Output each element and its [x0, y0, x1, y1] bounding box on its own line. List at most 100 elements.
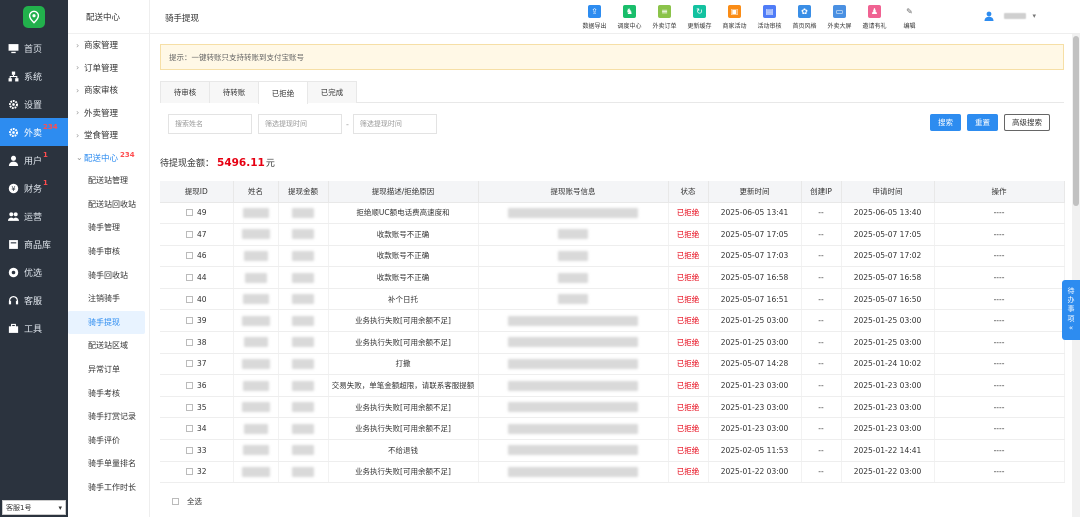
user-menu[interactable]: ▾ — [984, 11, 1036, 21]
store-select[interactable]: 客服1号 ▾ — [2, 500, 66, 515]
row-checkbox[interactable] — [186, 209, 193, 217]
subnav-item-3[interactable]: 骑手审核 — [68, 240, 149, 264]
reset-button[interactable]: 重置 — [967, 114, 998, 131]
row-checkbox[interactable] — [186, 230, 193, 238]
tool-button-1[interactable]: ♞ 调度中心 — [612, 5, 647, 30]
sidebar-item-10[interactable]: 工具 — [0, 314, 68, 342]
subnav-group-2[interactable]: › 商家审核 — [68, 79, 149, 102]
row-checkbox[interactable] — [186, 425, 193, 433]
select-all-checkbox[interactable] — [172, 498, 179, 505]
tool-button-7[interactable]: ▭ 外卖大屏 — [822, 5, 857, 30]
table-row[interactable]: 33 不给退钱 已拒绝 2025-02-05 11:53 -- 2025-01-22 14… — [160, 439, 1065, 462]
subnav-item-0[interactable]: 配送站管理 — [68, 169, 149, 193]
table-row[interactable]: 35 业务执行失败[可用余额不足] 已拒绝 2025-01-23 03:00 -- 202… — [160, 396, 1065, 419]
table-row[interactable]: 49 拒绝顺UC额电话费高速度和 已拒绝 2025-06-05 13:41 -- 2025… — [160, 202, 1065, 225]
search-button[interactable]: 搜索 — [930, 114, 961, 131]
subnav-item-7[interactable]: 配送站区域 — [68, 334, 149, 358]
table-row[interactable]: 38 业务执行失败[可用余额不足] 已拒绝 2025-01-25 03:00 -- 202… — [160, 331, 1065, 354]
headset-icon — [8, 295, 19, 306]
sidebar-item-5[interactable]: ¥ 财务 1 — [0, 174, 68, 202]
row-checkbox[interactable] — [186, 403, 193, 411]
sidebar-item-3[interactable]: 外卖 234 — [0, 118, 68, 146]
row-checkbox[interactable] — [186, 446, 193, 454]
subnav-group-1[interactable]: › 订单管理 — [68, 57, 149, 80]
sidebar-item-9[interactable]: 客服 — [0, 286, 68, 314]
subnav-item-13[interactable]: 骑手工作时长 — [68, 476, 149, 500]
redacted-name — [244, 272, 267, 283]
chevron-right-icon: › — [76, 40, 80, 50]
scrollbar-thumb[interactable] — [1073, 36, 1079, 206]
tool-button-2[interactable]: ≡ 外卖订单 — [647, 5, 682, 30]
cell-operation: ---- — [934, 353, 1065, 376]
sidebar-item-7[interactable]: 商品库 — [0, 230, 68, 258]
subnav-group-4[interactable]: › 堂食管理 — [68, 124, 149, 147]
tab-2[interactable]: 已拒绝 — [258, 81, 308, 104]
subnav-item-8[interactable]: 异常订单 — [68, 358, 149, 382]
sidebar-item-6[interactable]: 运营 — [0, 202, 68, 230]
sidebar-item-8[interactable]: 优选 — [0, 258, 68, 286]
table-row[interactable]: 34 业务执行失败[可用余额不足] 已拒绝 2025-01-23 03:00 -- 202… — [160, 417, 1065, 441]
row-checkbox[interactable] — [186, 274, 193, 282]
tool-button-0[interactable]: ⇪ 数据导出 — [577, 5, 612, 30]
subnav-item-9[interactable]: 骑手考核 — [68, 381, 149, 405]
sidebar-item-4[interactable]: 用户 1 — [0, 146, 68, 174]
sidebar-item-1[interactable]: 系统 — [0, 62, 68, 90]
subnav-item-6[interactable]: 骑手提现 — [68, 310, 145, 335]
page-scrollbar[interactable] — [1072, 34, 1080, 517]
table-row[interactable]: 32 业务执行失败[可用余额不足] 已拒绝 2025-01-22 03:00 -- 202… — [160, 461, 1065, 484]
pending-value: 5496.11 — [217, 157, 265, 169]
sidebar-item-2[interactable]: 设置 — [0, 90, 68, 118]
subnav-item-4[interactable]: 骑手回收站 — [68, 263, 149, 287]
table-row[interactable]: 47 收款账号不正确 已拒绝 2025-05-07 17:05 -- 2025-05-07… — [160, 223, 1065, 246]
subnav-item-10[interactable]: 骑手打赏记录 — [68, 405, 149, 429]
row-checkbox[interactable] — [186, 317, 193, 325]
subnav-item-2[interactable]: 骑手管理 — [68, 216, 149, 240]
cell-updated: 2025-06-05 13:41 — [708, 202, 802, 225]
subnav-item-5[interactable]: 注销骑手 — [68, 287, 149, 311]
tool-button-5[interactable]: ▤ 活动审核 — [752, 5, 787, 30]
row-checkbox[interactable] — [186, 382, 193, 390]
tool-label: 编辑 — [903, 23, 916, 30]
table-row[interactable]: 44 收款账号不正确 已拒绝 2025-05-07 16:58 -- 2025-05-07… — [160, 266, 1065, 289]
subnav-item-1[interactable]: 配送站回收站 — [68, 193, 149, 217]
table-row[interactable]: 46 收款账号不正确 已拒绝 2025-05-07 17:03 -- 2025-05-07… — [160, 245, 1065, 268]
row-checkbox[interactable] — [186, 468, 193, 476]
cell-reason: 收款账号不正确 — [328, 245, 479, 268]
tab-1[interactable]: 待转账 — [209, 81, 259, 103]
row-checkbox[interactable] — [186, 338, 193, 346]
todo-drawer-tab[interactable]: 待 办 事 项 « — [1062, 280, 1080, 340]
row-checkbox[interactable] — [186, 295, 193, 303]
name-search-input[interactable]: 搜索姓名 — [168, 114, 252, 134]
sidebar-item-badge: 1 — [43, 179, 48, 187]
row-checkbox[interactable] — [186, 360, 193, 368]
end-time-input[interactable]: 筛选提现时间 — [352, 114, 437, 134]
sidebar-item-0[interactable]: 首页 — [0, 34, 68, 62]
brand-logo-icon[interactable] — [23, 6, 45, 28]
cell-updated: 2025-05-07 17:03 — [708, 245, 802, 268]
row-checkbox[interactable] — [186, 252, 193, 260]
advanced-search-button[interactable]: 高级搜索 — [1004, 114, 1050, 131]
table-row[interactable]: 37 打撒 已拒绝 2025-05-07 14:28 -- 2025-01-24 10:0… — [160, 353, 1065, 376]
table-row[interactable]: 39 业务执行失败[可用余额不足] 已拒绝 2025-01-25 03:00 -- 202… — [160, 309, 1065, 333]
tab-0[interactable]: 待审核 — [160, 81, 210, 103]
tool-button-3[interactable]: ↻ 更新缓存 — [682, 5, 717, 30]
start-time-input[interactable]: 筛选提现时间 — [258, 114, 342, 134]
tool-button-6[interactable]: ✿ 首页风格 — [787, 5, 822, 30]
subnav-item-11[interactable]: 骑手评价 — [68, 429, 149, 453]
column-header-0: 提现ID — [160, 181, 234, 203]
table-row[interactable]: 36 交易失败，单笔金额超限，请联系客服提额 已拒绝 2025-01-23 03:00… — [160, 374, 1065, 397]
table-row[interactable]: 40 补个日托 已拒绝 2025-05-07 16:51 -- 2025-05-07 16… — [160, 288, 1065, 311]
status-badge: 已拒绝 — [668, 374, 709, 397]
cell-ip: -- — [801, 266, 842, 289]
subnav-group-open[interactable]: ⌄ 配送中心 234 — [68, 147, 149, 170]
tool-button-4[interactable]: ▣ 商家活动 — [717, 5, 752, 30]
tool-button-8[interactable]: ♟ 邀请有礼 — [857, 5, 892, 30]
subnav-item-12[interactable]: 骑手单量排名 — [68, 452, 149, 476]
cell-updated: 2025-05-07 16:51 — [708, 288, 802, 311]
cell-amount — [278, 202, 329, 225]
subnav-group-3[interactable]: › 外卖管理 — [68, 102, 149, 125]
cell-account — [478, 461, 669, 484]
subnav-group-0[interactable]: › 商家管理 — [68, 34, 149, 57]
tool-button-9[interactable]: ✎ 编辑 — [892, 5, 927, 30]
tab-3[interactable]: 已完成 — [307, 81, 357, 103]
